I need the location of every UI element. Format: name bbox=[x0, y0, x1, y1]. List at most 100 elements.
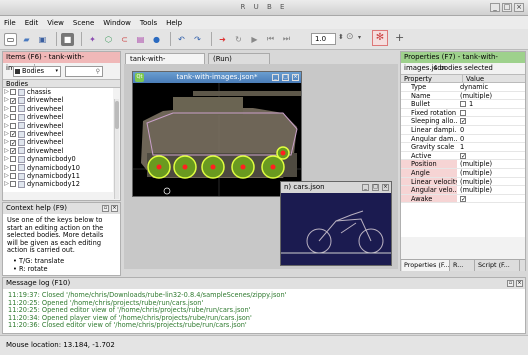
info-icon[interactable]: ⊙ bbox=[346, 32, 354, 42]
property-value-cell[interactable] bbox=[457, 109, 525, 117]
items-scrollbar-thumb[interactable] bbox=[115, 101, 119, 129]
close-icon[interactable]: × bbox=[382, 184, 389, 191]
close-panel-icon[interactable]: × bbox=[516, 280, 523, 287]
property-value-cell[interactable]: ✓ bbox=[457, 117, 525, 125]
menu-view[interactable]: View bbox=[47, 19, 64, 27]
save-icon[interactable]: ▣ bbox=[36, 33, 49, 46]
minimize-icon[interactable]: _ bbox=[272, 74, 279, 81]
skip-forward-icon[interactable]: ⏭ bbox=[280, 33, 293, 46]
property-value-cell[interactable]: (multiple) bbox=[457, 92, 525, 100]
list-item[interactable]: ▷ dynamicbody0 bbox=[3, 155, 113, 163]
expand-arrow-icon[interactable]: ▷ bbox=[3, 172, 10, 180]
fixture-tool-icon[interactable]: ⬡ bbox=[102, 33, 115, 46]
visibility-checkbox[interactable] bbox=[10, 114, 16, 121]
list-item[interactable]: ▷ ✓ drivewheel bbox=[3, 130, 113, 138]
property-checkbox[interactable]: ✓ bbox=[460, 152, 466, 159]
redo-icon[interactable]: ↷ bbox=[191, 33, 204, 46]
menu-scene[interactable]: Scene bbox=[73, 19, 94, 27]
list-item[interactable]: ▷ dynamicbody10 bbox=[3, 164, 113, 172]
menu-window[interactable]: Window bbox=[103, 19, 131, 27]
property-value-cell[interactable]: ✓ bbox=[457, 152, 525, 160]
property-row[interactable]: Linear velocity (multiple) bbox=[401, 177, 525, 187]
player-canvas[interactable] bbox=[281, 193, 391, 265]
joint-tool-icon[interactable]: ⊂ bbox=[118, 33, 131, 46]
list-item[interactable]: ▷ ✓ drivewheel bbox=[3, 138, 113, 146]
property-row[interactable]: Fixed rotation bbox=[401, 109, 525, 118]
property-row[interactable]: Linear dampi... 0 bbox=[401, 126, 525, 135]
skip-back-icon[interactable]: ⏮ bbox=[264, 33, 277, 46]
expand-arrow-icon[interactable]: ▷ bbox=[3, 113, 10, 121]
visibility-checkbox[interactable]: ✓ bbox=[10, 131, 16, 138]
expand-arrow-icon[interactable]: ▷ bbox=[3, 88, 10, 96]
property-value-cell[interactable]: 0 bbox=[457, 135, 525, 143]
items-scrollbar[interactable] bbox=[114, 99, 119, 199]
list-item[interactable]: ▷ dynamicbody12 bbox=[3, 180, 113, 188]
float-panel-icon[interactable]: ▫ bbox=[507, 280, 514, 287]
expand-arrow-icon[interactable]: ▷ bbox=[3, 130, 10, 138]
float-panel-icon[interactable]: ▫ bbox=[102, 205, 109, 212]
property-checkbox[interactable] bbox=[460, 101, 466, 108]
visibility-checkbox[interactable]: ✓ bbox=[10, 147, 16, 154]
zoom-input[interactable]: 1.0 bbox=[311, 33, 336, 45]
expand-arrow-icon[interactable]: ▷ bbox=[3, 96, 10, 104]
new-file-icon[interactable]: ▭ bbox=[4, 32, 17, 46]
property-checkbox[interactable]: ✓ bbox=[460, 118, 466, 125]
list-item[interactable]: ▷ ✓ drivewheel bbox=[3, 147, 113, 155]
property-row[interactable]: Angular velo... (multiple) bbox=[401, 186, 525, 195]
menu-file[interactable]: File bbox=[4, 19, 16, 27]
visibility-checkbox[interactable] bbox=[10, 181, 16, 188]
property-row[interactable]: Bullet 1 bbox=[401, 100, 525, 109]
property-value-cell[interactable]: ✓ bbox=[457, 195, 525, 203]
property-row[interactable]: Gravity scale 1 bbox=[401, 143, 525, 152]
items-type-select[interactable]: Bodies ▾ bbox=[13, 65, 61, 77]
property-row[interactable]: Active ✓ bbox=[401, 152, 525, 161]
property-row[interactable]: Angular dam... 0 bbox=[401, 135, 525, 144]
property-row[interactable]: Type dynamic bbox=[401, 83, 525, 92]
expand-arrow-icon[interactable]: ▷ bbox=[3, 180, 10, 188]
expand-arrow-icon[interactable]: ▷ bbox=[3, 122, 10, 130]
image-tool-icon[interactable]: ▤ bbox=[134, 33, 147, 46]
zoom-stepper-icon[interactable]: ⬍ bbox=[338, 33, 344, 41]
expand-arrow-icon[interactable]: ▷ bbox=[3, 138, 10, 146]
sphere-tool-icon[interactable]: ● bbox=[150, 33, 163, 46]
property-row[interactable]: Position (multiple) bbox=[401, 160, 525, 169]
reset-icon[interactable]: ↻ bbox=[232, 33, 245, 46]
open-file-icon[interactable]: ▰ bbox=[20, 33, 33, 46]
visibility-checkbox[interactable] bbox=[10, 156, 16, 163]
visibility-checkbox[interactable]: ✓ bbox=[10, 139, 16, 146]
list-item[interactable]: ▷ ✓ drivewheel bbox=[3, 96, 113, 104]
list-item[interactable]: ▷ drivewheel bbox=[3, 122, 113, 130]
close-button[interactable]: × bbox=[514, 3, 524, 12]
maximize-icon[interactable]: □ bbox=[372, 184, 379, 191]
scene-canvas[interactable] bbox=[133, 83, 301, 196]
menu-help[interactable]: Help bbox=[166, 19, 182, 27]
add-icon[interactable]: + bbox=[395, 31, 404, 44]
close-panel-icon[interactable]: × bbox=[111, 205, 118, 212]
expand-arrow-icon[interactable]: ▷ bbox=[3, 164, 10, 172]
property-row[interactable]: Sleeping allo... ✓ bbox=[401, 117, 525, 126]
property-value-cell[interactable]: dynamic bbox=[457, 83, 525, 91]
tab-tank-with-images[interactable]: tank-with-images.json* bbox=[125, 53, 205, 74]
property-checkbox[interactable] bbox=[460, 109, 466, 116]
dropdown-arrow-icon[interactable]: ▾ bbox=[358, 34, 361, 41]
expand-arrow-icon[interactable]: ▷ bbox=[3, 147, 10, 155]
visibility-checkbox[interactable] bbox=[10, 122, 16, 129]
property-row[interactable]: Name (multiple) bbox=[401, 92, 525, 101]
list-item[interactable]: ▷ drivewheel bbox=[3, 113, 113, 121]
properties-tab-0[interactable]: Properties (F... bbox=[402, 260, 450, 271]
minimize-button[interactable]: _ bbox=[490, 3, 500, 12]
properties-tab-1[interactable]: R... bbox=[451, 260, 475, 271]
properties-tab-2[interactable]: Script (F... bbox=[476, 260, 520, 271]
property-value-cell[interactable]: (multiple) bbox=[457, 186, 525, 194]
maximize-icon[interactable]: □ bbox=[282, 74, 289, 81]
property-value-cell[interactable]: (multiple) bbox=[457, 160, 525, 168]
property-value-cell[interactable]: 1 bbox=[457, 100, 525, 108]
settings-gear-icon[interactable]: ✻ bbox=[372, 30, 388, 46]
select-tool-icon[interactable]: ■ bbox=[61, 32, 74, 46]
property-value-cell[interactable]: (multiple) bbox=[457, 178, 525, 186]
undo-icon[interactable]: ↶ bbox=[175, 33, 188, 46]
property-row[interactable]: Angle (multiple) bbox=[401, 168, 525, 178]
play-icon[interactable]: ▶ bbox=[248, 33, 261, 46]
maximize-button[interactable]: □ bbox=[502, 3, 512, 12]
close-icon[interactable]: × bbox=[292, 74, 299, 81]
